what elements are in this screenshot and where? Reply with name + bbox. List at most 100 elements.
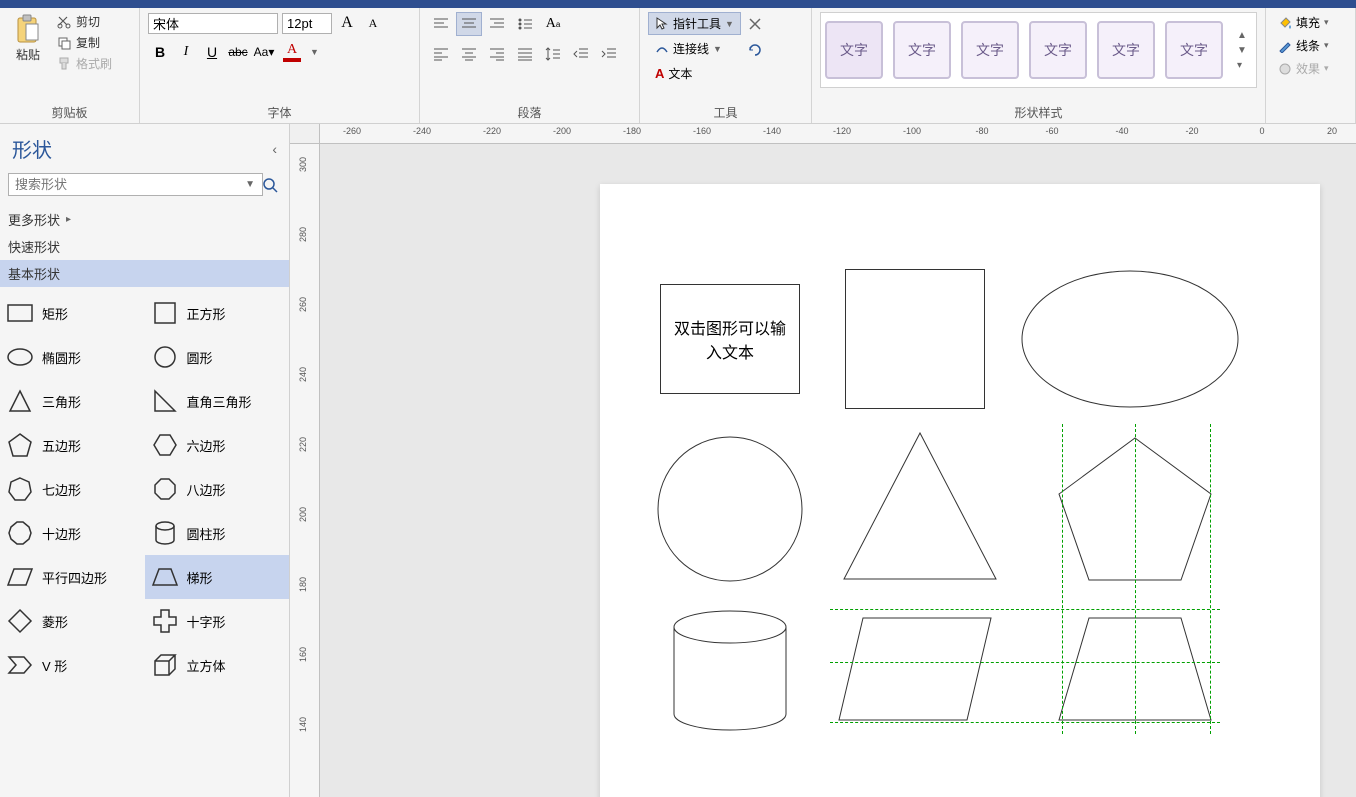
line-spacing-button[interactable] xyxy=(540,42,566,66)
gallery-more-icon[interactable]: ▾ xyxy=(1237,60,1247,71)
shape-triangle[interactable] xyxy=(840,429,1000,584)
grow-font-button[interactable]: A xyxy=(336,12,358,34)
shape-item-label: 菱形 xyxy=(42,612,68,631)
ribbon-group-paragraph: Aa 段落 xyxy=(420,8,640,123)
shape-ellipse[interactable] xyxy=(1020,269,1240,409)
shape-item[interactable]: 七边形 xyxy=(0,467,145,511)
shape-item[interactable]: 八边形 xyxy=(145,467,290,511)
shape-item-label: 圆柱形 xyxy=(187,524,226,543)
shape-rectangle-text[interactable]: 双击图形可以输入文本 xyxy=(660,284,800,394)
bold-button[interactable]: B xyxy=(148,40,172,64)
ribbon-group-font: A A B I U abc Aa▾ A ▼ 字体 xyxy=(140,8,420,123)
align-left-button[interactable] xyxy=(428,42,454,66)
increase-indent-button[interactable] xyxy=(596,42,622,66)
change-case-button[interactable]: Aa▾ xyxy=(252,40,276,64)
text-tool-button[interactable]: A 文本 xyxy=(648,62,741,85)
shape-text-content: 双击图形可以输入文本 xyxy=(667,315,793,363)
bullets-button[interactable] xyxy=(512,12,538,36)
guide-line xyxy=(830,609,1220,610)
italic-button[interactable]: I xyxy=(174,40,198,64)
align-justify-button[interactable] xyxy=(512,42,538,66)
title-bar xyxy=(0,0,1356,8)
close-pane-icon[interactable] xyxy=(747,16,765,34)
pointer-tool-button[interactable]: 指针工具 ▼ xyxy=(648,12,741,35)
cut-button[interactable]: 剪切 xyxy=(52,12,116,31)
more-shapes-button[interactable]: 更多形状 ▸ xyxy=(0,206,289,233)
shape-item[interactable]: 十字形 xyxy=(145,599,290,643)
line-button[interactable]: 线条▾ xyxy=(1274,35,1347,56)
shape-item[interactable]: 圆形 xyxy=(145,335,290,379)
shape-preview-icon xyxy=(151,475,179,503)
search-input[interactable] xyxy=(8,173,263,196)
align-top-center-button[interactable] xyxy=(456,12,482,36)
shape-parallelogram[interactable] xyxy=(835,614,995,724)
shape-item[interactable]: 椭圆形 xyxy=(0,335,145,379)
style-item-1[interactable]: 文字 xyxy=(825,21,883,79)
format-painter-label: 格式刷 xyxy=(76,55,112,72)
shape-item[interactable]: 梯形 xyxy=(145,555,290,599)
style-item-4[interactable]: 文字 xyxy=(1029,21,1087,79)
align-right-button[interactable] xyxy=(484,42,510,66)
font-color-button[interactable]: A xyxy=(278,42,306,62)
quick-shapes-button[interactable]: 快速形状 xyxy=(0,233,289,260)
shape-item[interactable]: 直角三角形 xyxy=(145,379,290,423)
shape-preview-icon xyxy=(6,431,34,459)
gallery-up-icon[interactable]: ▲ xyxy=(1237,30,1247,41)
shape-item[interactable]: V 形 xyxy=(0,643,145,687)
shape-square[interactable] xyxy=(845,269,985,409)
fill-button[interactable]: 填充▾ xyxy=(1274,12,1347,33)
quick-shapes-label: 快速形状 xyxy=(8,237,60,256)
shape-circle[interactable] xyxy=(655,434,805,584)
align-top-left-button[interactable] xyxy=(428,12,454,36)
style-item-2[interactable]: 文字 xyxy=(893,21,951,79)
text-icon: A xyxy=(655,66,664,81)
shape-item[interactable]: 正方形 xyxy=(145,291,290,335)
guide-line xyxy=(830,662,1220,663)
shape-item[interactable]: 菱形 xyxy=(0,599,145,643)
search-button[interactable] xyxy=(259,174,281,196)
align-center-button[interactable] xyxy=(456,42,482,66)
align-top-right-button[interactable] xyxy=(484,12,510,36)
font-group-label: 字体 xyxy=(140,104,419,121)
search-dropdown-icon[interactable]: ▼ xyxy=(245,179,255,190)
basic-shapes-header[interactable]: 基本形状 xyxy=(0,260,289,287)
ribbon-group-format: 填充▾ 线条▾ 效果▾ xyxy=(1266,8,1356,123)
shape-item[interactable]: 十边形 xyxy=(0,511,145,555)
gallery-down-icon[interactable]: ▼ xyxy=(1237,45,1247,56)
style-item-5[interactable]: 文字 xyxy=(1097,21,1155,79)
paste-button[interactable]: 粘贴 xyxy=(8,12,48,65)
copy-button[interactable]: 复制 xyxy=(52,33,116,52)
page[interactable]: 双击图形可以输入文本 xyxy=(600,184,1320,797)
underline-button[interactable]: U xyxy=(200,40,224,64)
shape-item[interactable]: 立方体 xyxy=(145,643,290,687)
font-size-select[interactable] xyxy=(282,13,332,34)
rotate-icon[interactable] xyxy=(747,42,765,60)
font-name-select[interactable] xyxy=(148,13,278,34)
style-gallery[interactable]: 文字 文字 文字 文字 文字 文字 ▲ ▼ ▾ xyxy=(820,12,1257,88)
text-tool-label: 文本 xyxy=(668,65,692,82)
shape-cylinder[interactable] xyxy=(670,609,790,734)
shape-item[interactable]: 五边形 xyxy=(0,423,145,467)
style-item-6[interactable]: 文字 xyxy=(1165,21,1223,79)
shape-item[interactable]: 三角形 xyxy=(0,379,145,423)
shapes-sidebar: 形状 ‹ ▼ 更多形状 ▸ 快速形状 基本形状 矩形正方形椭圆形圆形三角形直角三… xyxy=(0,124,290,797)
collapse-sidebar-icon[interactable]: ‹ xyxy=(272,141,277,157)
style-item-3[interactable]: 文字 xyxy=(961,21,1019,79)
shape-item-label: 十边形 xyxy=(42,524,81,543)
shrink-font-button[interactable]: A xyxy=(362,12,384,34)
pointer-tool-label: 指针工具 xyxy=(673,15,721,32)
canvas[interactable]: 双击图形可以输入文本 xyxy=(320,144,1356,797)
strikethrough-button[interactable]: abc xyxy=(226,40,250,64)
decrease-indent-button[interactable] xyxy=(568,42,594,66)
effect-button[interactable]: 效果▾ xyxy=(1274,58,1347,79)
shape-item[interactable]: 平行四边形 xyxy=(0,555,145,599)
superscript-button[interactable]: Aa xyxy=(540,12,566,36)
format-painter-button[interactable]: 格式刷 xyxy=(52,54,116,73)
shape-preview-icon xyxy=(151,299,179,327)
shape-item[interactable]: 矩形 xyxy=(0,291,145,335)
connector-tool-button[interactable]: 连接线 ▼ xyxy=(648,37,741,60)
shape-item[interactable]: 六边形 xyxy=(145,423,290,467)
shape-item-label: 矩形 xyxy=(42,304,68,323)
workspace: 形状 ‹ ▼ 更多形状 ▸ 快速形状 基本形状 矩形正方形椭圆形圆形三角形直角三… xyxy=(0,124,1356,797)
shape-item[interactable]: 圆柱形 xyxy=(145,511,290,555)
